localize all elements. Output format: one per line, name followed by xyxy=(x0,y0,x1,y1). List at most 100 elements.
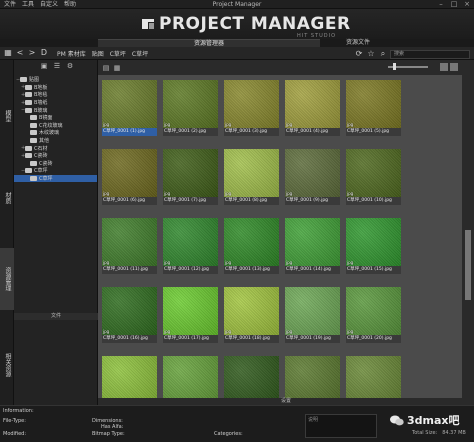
texture-thumbnail[interactable] xyxy=(346,218,401,266)
texture-thumbnail[interactable] xyxy=(224,356,279,404)
tree-node[interactable]: B镜面 xyxy=(14,114,97,122)
settings-icon[interactable]: ⚙ xyxy=(66,62,74,70)
menu-help[interactable]: 帮助 xyxy=(64,1,76,9)
texture-thumbnail[interactable] xyxy=(346,287,401,335)
tree-node[interactable]: + C瓷砖 xyxy=(14,152,97,160)
texture-thumbnail[interactable] xyxy=(285,218,340,266)
tree-node[interactable]: − B玻璃 xyxy=(14,106,97,114)
texture-thumbnail[interactable] xyxy=(163,287,218,335)
texture-thumbnail[interactable] xyxy=(163,80,218,128)
tree-node[interactable]: − C草坪 xyxy=(14,167,97,175)
texture-thumbnail[interactable] xyxy=(224,287,279,335)
tree-node[interactable]: C瓷砖 xyxy=(14,160,97,168)
thumbnail-item[interactable]: jpg C草坪_0001 (8).jpg xyxy=(224,149,279,205)
texture-thumbnail[interactable] xyxy=(285,356,340,404)
thumbnail-item[interactable]: jpg C草坪_0001 (9).jpg xyxy=(285,149,340,205)
refresh-icon[interactable]: ⟳ xyxy=(354,49,364,59)
menu-tools[interactable]: 工具 xyxy=(22,1,34,9)
scrollbar-thumb[interactable] xyxy=(465,230,471,300)
thumbnail-item[interactable]: jpg C草坪_0001 (11).jpg xyxy=(102,218,157,274)
thumbnail-item[interactable]: jpg C草坪_0001 (2).jpg xyxy=(163,80,218,136)
texture-thumbnail[interactable] xyxy=(346,80,401,128)
maximize-button[interactable]: □ xyxy=(450,1,458,8)
thumbnail-caption: C草坪_0001 (9).jpg xyxy=(285,197,340,205)
tree-node[interactable]: − 贴图 xyxy=(14,76,97,84)
grid-view-icon[interactable]: ▦ xyxy=(3,48,13,58)
breadcrumb-item[interactable]: C草坪 xyxy=(110,49,126,58)
tree-node[interactable]: + B地板 xyxy=(14,84,97,92)
search-input[interactable]: 搜索 xyxy=(390,49,470,59)
texture-thumbnail[interactable] xyxy=(346,149,401,197)
texture-thumbnail[interactable] xyxy=(285,287,340,335)
notes-field[interactable]: 说明 xyxy=(305,414,377,438)
banner: PROJECT MANAGER HIT STUDIO xyxy=(0,9,474,39)
thumbnail-caption: C草坪_0001 (3).jpg xyxy=(224,128,279,136)
thumbnail-item[interactable]: jpg C草坪_0001 (17).jpg xyxy=(163,287,218,343)
thumbnail-item[interactable]: jpg C草坪_0001 (10).jpg xyxy=(346,149,401,205)
search-icon[interactable]: ⌕ xyxy=(378,49,388,59)
texture-thumbnail[interactable] xyxy=(285,80,340,128)
texture-thumbnail[interactable] xyxy=(285,149,340,197)
breadcrumb-item[interactable]: C草坪 xyxy=(132,49,148,58)
minimize-button[interactable]: – xyxy=(437,1,445,8)
drive-button[interactable]: D xyxy=(39,48,49,58)
tree-node[interactable]: + B地毯 xyxy=(14,91,97,99)
vtab-materials[interactable]: 材质 xyxy=(0,178,14,218)
view-grid-icon[interactable] xyxy=(440,63,448,71)
thumbnail-item[interactable]: jpg C草坪_0001 (19).jpg xyxy=(285,287,340,343)
list-icon[interactable]: ☰ xyxy=(53,62,61,70)
category-icon[interactable]: ▦ xyxy=(113,64,121,72)
thumbnail-item[interactable]: jpg C草坪_0001 (20).jpg xyxy=(346,287,401,343)
tree-node[interactable]: + C石材 xyxy=(14,144,97,152)
close-button[interactable]: × xyxy=(463,1,471,8)
vtab-related-resources[interactable]: 相关资源 xyxy=(0,335,14,395)
menu-customize[interactable]: 自定义 xyxy=(40,1,58,9)
tree-node[interactable]: C草坪 xyxy=(14,174,97,183)
vtab-resource-manager[interactable]: 资源管理 xyxy=(0,248,14,310)
tree-toolbar: ▣ ☰ ⚙ xyxy=(14,60,97,72)
texture-thumbnail[interactable] xyxy=(102,149,157,197)
view-list-icon[interactable] xyxy=(450,63,458,71)
back-button[interactable]: < xyxy=(15,48,25,58)
tree-node[interactable]: + B墙纸 xyxy=(14,99,97,107)
thumbnail-item[interactable]: jpg C草坪_0001 (5).jpg xyxy=(346,80,401,136)
tree-node[interactable]: 木纹玻璃 xyxy=(14,129,97,137)
texture-thumbnail[interactable] xyxy=(224,80,279,128)
thumbnail-item[interactable]: jpg C草坪_0001 (14).jpg xyxy=(285,218,340,274)
import-icon[interactable]: ▤ xyxy=(102,64,110,72)
texture-thumbnail[interactable] xyxy=(224,149,279,197)
thumbnail-item[interactable]: jpg C草坪_0001 (7).jpg xyxy=(163,149,218,205)
thumbnail-item[interactable]: jpg C草坪_0001 (1).jpg xyxy=(102,80,157,136)
thumbnail-item[interactable]: jpg C草坪_0001 (15).jpg xyxy=(346,218,401,274)
texture-thumbnail[interactable] xyxy=(163,356,218,404)
thumbnail-caption: C草坪_0001 (2).jpg xyxy=(163,128,218,136)
thumbnail-item[interactable]: jpg C草坪_0001 (3).jpg xyxy=(224,80,279,136)
thumbnail-item[interactable]: jpg C草坪_0001 (6).jpg xyxy=(102,149,157,205)
texture-thumbnail[interactable] xyxy=(102,80,157,128)
tab-resource-manager[interactable]: 资源管理器 xyxy=(98,39,320,47)
texture-thumbnail[interactable] xyxy=(102,287,157,335)
thumbnail-item[interactable]: jpg C草坪_0001 (18).jpg xyxy=(224,287,279,343)
tree-node[interactable]: C花纹玻璃 xyxy=(14,122,97,130)
texture-thumbnail[interactable] xyxy=(102,356,157,404)
texture-thumbnail[interactable] xyxy=(102,218,157,266)
vtab-models[interactable]: 模型 xyxy=(0,96,14,136)
forward-button[interactable]: > xyxy=(27,48,37,58)
vertical-scrollbar[interactable] xyxy=(462,60,474,398)
breadcrumb-item[interactable]: 贴图 xyxy=(92,49,104,58)
texture-thumbnail[interactable] xyxy=(163,218,218,266)
texture-thumbnail[interactable] xyxy=(346,356,401,404)
texture-thumbnail[interactable] xyxy=(163,149,218,197)
folder-add-icon[interactable]: ▣ xyxy=(40,62,48,70)
thumbnail-item[interactable]: jpg C草坪_0001 (16).jpg xyxy=(102,287,157,343)
tree-node[interactable]: 其他 xyxy=(14,137,97,145)
slider-handle[interactable] xyxy=(393,63,396,70)
thumbnail-item[interactable]: jpg C草坪_0001 (4).jpg xyxy=(285,80,340,136)
breadcrumb-item[interactable]: PM 素材库 xyxy=(57,49,86,58)
thumbnail-item[interactable]: jpg C草坪_0001 (12).jpg xyxy=(163,218,218,274)
favorite-icon[interactable]: ☆ xyxy=(366,49,376,59)
texture-thumbnail[interactable] xyxy=(224,218,279,266)
thumbnail-item[interactable]: jpg C草坪_0001 (13).jpg xyxy=(224,218,279,274)
tab-resource-files[interactable]: 资源文件 xyxy=(323,39,393,47)
menu-file[interactable]: 文件 xyxy=(4,1,16,9)
